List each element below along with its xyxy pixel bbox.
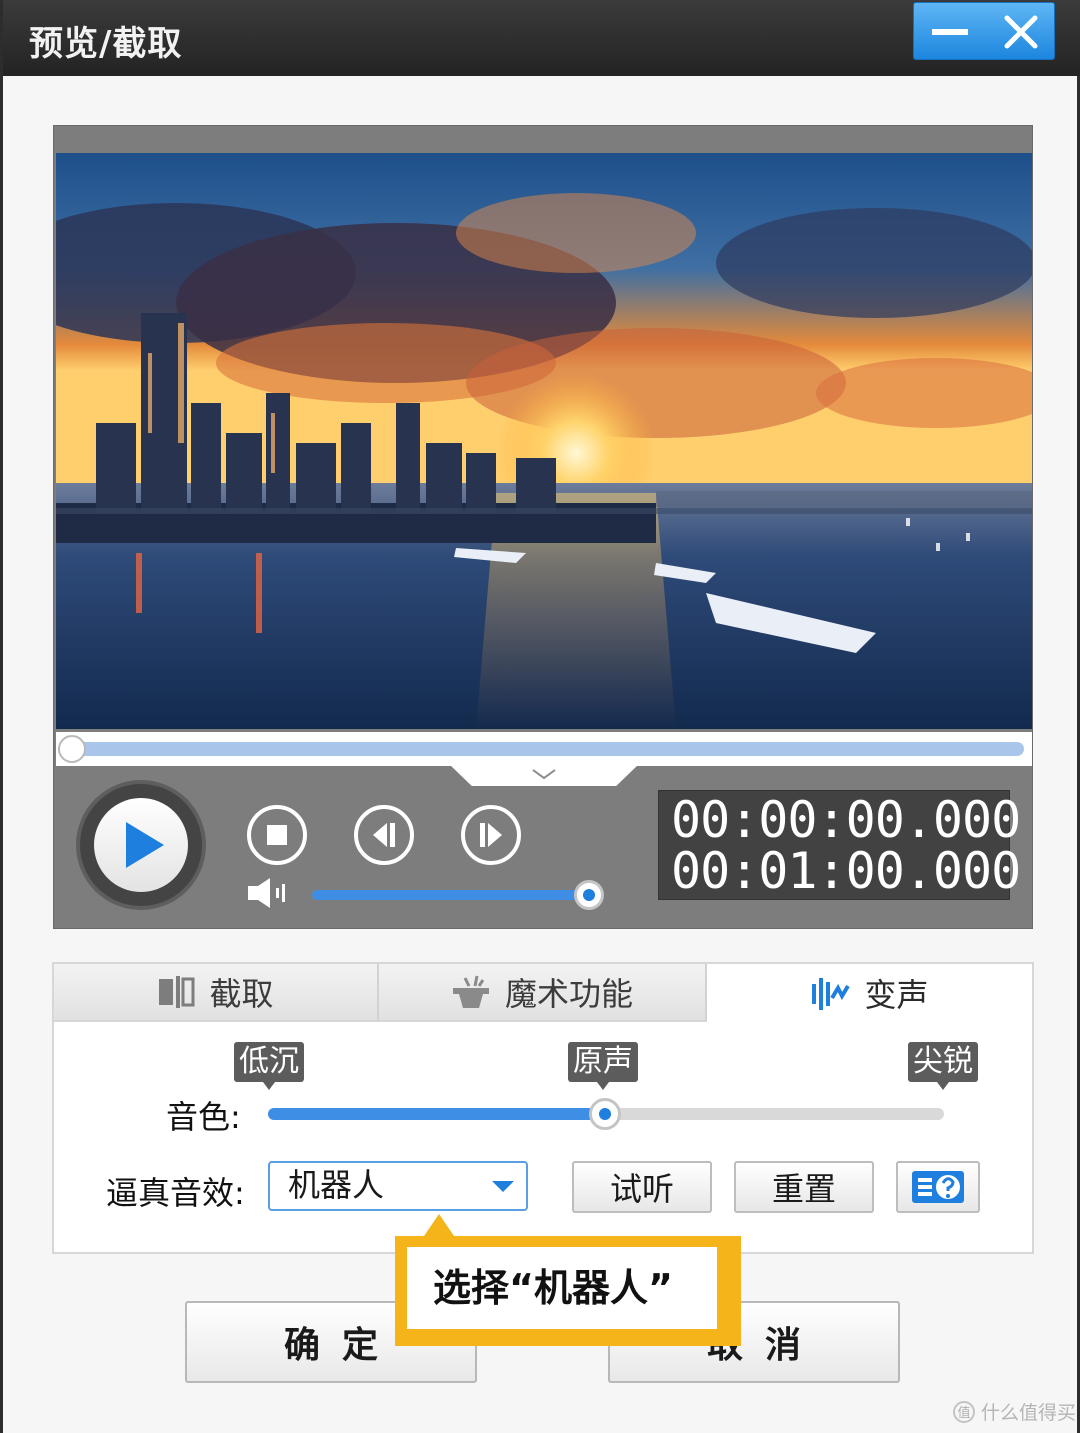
stop-icon (247, 805, 307, 865)
dropdown-arrow-icon (492, 1181, 514, 1192)
effect-label: 逼真音效: (106, 1174, 245, 1212)
tab-clip[interactable]: 截取 (54, 964, 379, 1022)
title-bar: 预览/截取 (3, 0, 1080, 76)
listen-button[interactable]: 试听 (572, 1161, 712, 1213)
volume-icon[interactable] (246, 876, 294, 910)
total-time: 00:01:00.000 (671, 842, 1021, 900)
effect-selected-value: 机器人 (288, 1166, 385, 1204)
tab-clip-label: 截取 (209, 975, 274, 1013)
help-button[interactable] (896, 1161, 980, 1213)
tab-magic[interactable]: 魔术功能 (379, 964, 707, 1022)
clip-icon (159, 976, 195, 1008)
close-button[interactable] (985, 3, 1056, 61)
tone-label: 音色: (166, 1098, 241, 1136)
volume-slider-track[interactable] (312, 890, 590, 900)
video-frame[interactable] (56, 153, 1032, 729)
watermark: 值 什么值得买 (953, 1398, 1076, 1425)
tone-mark-low: 低沉 (234, 1042, 304, 1090)
help-icon (912, 1171, 964, 1203)
effect-dropdown[interactable]: 机器人 (268, 1161, 528, 1211)
previous-frame-button[interactable] (353, 804, 415, 866)
seek-bar[interactable] (56, 732, 1032, 766)
tab-voice-change-label: 变声 (864, 976, 929, 1014)
step-back-icon (354, 805, 414, 865)
close-icon (1004, 15, 1037, 49)
minimize-icon (931, 29, 968, 35)
minimize-button[interactable] (914, 3, 985, 61)
preview-clip-dialog: 预览/截取 00:00:00.000 00:01:00.000 截取 魔术功能 … (0, 0, 1080, 1433)
function-tab-panel: 截取 魔术功能 变声 低沉 原声 尖锐 音色: 逼真音效: 机器人 试听 重置 (52, 962, 1034, 1254)
window-title: 预览/截取 (29, 24, 183, 64)
watermark-text: 什么值得买 (981, 1402, 1077, 1424)
current-time: 00:00:00.000 (671, 791, 1021, 849)
tone-mark-sharp: 尖锐 (908, 1042, 978, 1090)
seek-track[interactable] (70, 742, 1024, 756)
stop-button[interactable] (246, 804, 308, 866)
annotation-text: 选择“机器人” (407, 1247, 717, 1329)
tone-slider-thumb[interactable] (589, 1098, 621, 1130)
playback-controls: 00:00:00.000 00:01:00.000 (54, 766, 1034, 930)
time-display: 00:00:00.000 00:01:00.000 (658, 790, 1021, 900)
soundwave-icon (812, 978, 851, 1010)
city-sunset-thumbnail (56, 153, 1032, 729)
reset-button[interactable]: 重置 (734, 1161, 874, 1213)
volume-slider-thumb[interactable] (574, 880, 604, 910)
tone-slider-fill (268, 1108, 606, 1120)
annotation-callout: 选择“机器人” (395, 1236, 741, 1346)
magic-hat-icon (452, 975, 489, 1008)
tone-mark-original: 原声 (568, 1042, 638, 1090)
play-button[interactable] (76, 780, 206, 910)
watermark-logo-icon: 值 (953, 1400, 975, 1423)
play-icon (126, 822, 164, 868)
next-frame-button[interactable] (460, 804, 522, 866)
step-forward-icon (461, 805, 521, 865)
seek-thumb[interactable] (58, 735, 86, 763)
video-preview-panel: 00:00:00.000 00:01:00.000 (53, 125, 1033, 929)
tab-voice-change[interactable]: 变声 (707, 964, 1032, 1022)
window-controls (913, 2, 1055, 60)
annotation-pointer (424, 1214, 454, 1236)
tab-magic-label: 魔术功能 (504, 975, 633, 1013)
